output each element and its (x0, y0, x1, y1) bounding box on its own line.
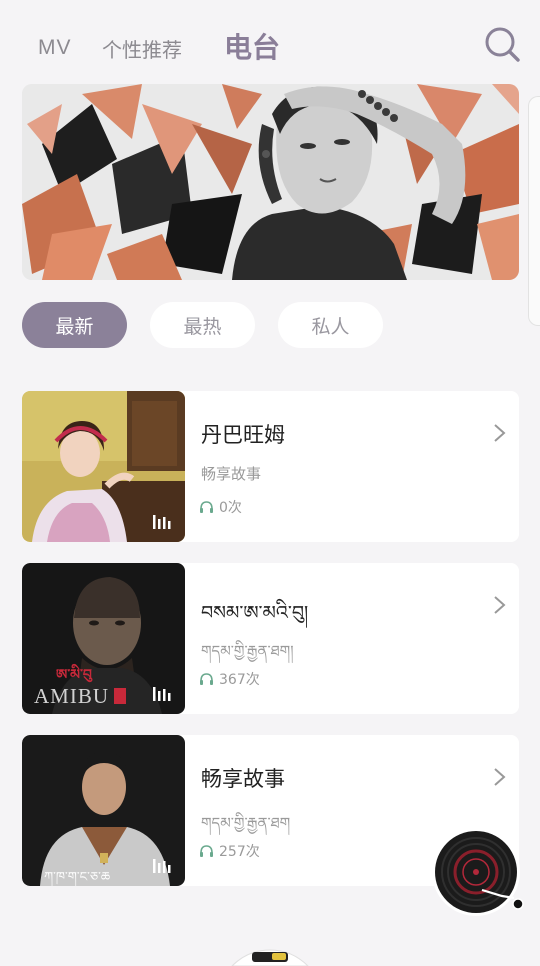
equalizer-bars-icon (153, 515, 171, 529)
radio-card[interactable]: 丹巴旺姆 畅享故事 0次 (22, 391, 519, 542)
banner-carousel[interactable] (22, 84, 519, 280)
radio-card[interactable]: ཨ་མི་བུ AMIBU བསམ་ཨ་མའི་བུ། གདམ་གྱི་རྒྱན… (22, 563, 519, 714)
chevron-right-icon[interactable] (490, 765, 510, 789)
thumbnail-caption: AMIBU (34, 684, 109, 708)
banner-image (22, 84, 519, 280)
card-title: 畅享故事 (201, 767, 285, 791)
card-thumbnail: ཀ་ཁ་ག་ང་ཅ་ཆ (22, 735, 185, 886)
card-title: 丹巴旺姆 (201, 423, 285, 447)
headphones-icon (200, 501, 213, 513)
top-navigation: MV 个性推荐 电台 (0, 0, 540, 90)
card-subtitle: 畅享故事 (201, 465, 262, 483)
card-thumbnail (22, 391, 185, 542)
filter-private[interactable]: 私人 (278, 302, 383, 348)
tab-recommend[interactable]: 个性推荐 (102, 34, 182, 63)
card-thumbnail: ཨ་མི་བུ AMIBU (22, 563, 185, 714)
play-count: 0次 (199, 497, 242, 517)
chevron-right-icon[interactable] (490, 421, 510, 445)
filter-latest[interactable]: 最新 (22, 302, 127, 348)
bottom-tab-peek (231, 949, 309, 966)
tab-mv[interactable]: MV (38, 36, 72, 60)
search-icon[interactable] (482, 24, 522, 64)
side-drawer-handle[interactable] (528, 96, 540, 326)
tab-radio[interactable]: 电台 (224, 26, 280, 66)
play-count-text: 367次 (219, 672, 260, 688)
equalizer-bars-icon (153, 859, 171, 873)
headphones-icon (200, 845, 213, 857)
play-count: 367次 (199, 669, 260, 689)
headphones-icon (200, 673, 213, 685)
equalizer-bars-icon (153, 687, 171, 701)
play-count-text: 257次 (219, 844, 260, 860)
vinyl-record-icon[interactable] (430, 826, 526, 922)
filter-hottest[interactable]: 最热 (150, 302, 255, 348)
play-count: 257次 (199, 841, 260, 861)
play-count-text: 0次 (219, 500, 242, 516)
svg-text:ཀ་ཁ་ག་ང་ཅ་ཆ: ཀ་ཁ་ག་ང་ཅ་ཆ (44, 870, 110, 886)
chevron-right-icon[interactable] (490, 593, 510, 617)
